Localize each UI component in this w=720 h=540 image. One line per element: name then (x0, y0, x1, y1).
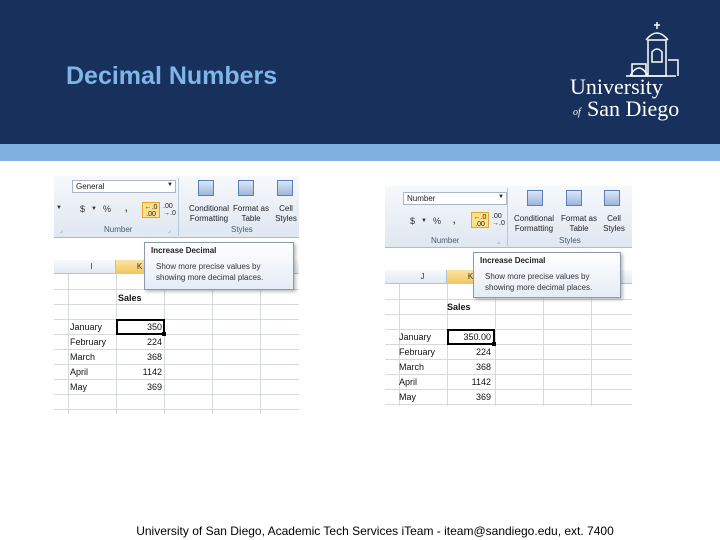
excel-before-screenshot: General ▼ ▼ $ ▼ % , ←.0 .00 .00 →.0 Numbe… (54, 176, 299, 414)
conditional-formatting-icon[interactable] (527, 190, 543, 206)
fill-handle[interactable] (162, 332, 166, 336)
month-cell[interactable]: January (399, 332, 431, 342)
column-header-i[interactable]: I (68, 260, 116, 274)
currency-dropdown-icon[interactable]: ▼ (91, 206, 97, 212)
currency-dropdown-icon[interactable]: ▼ (421, 218, 427, 224)
styles-group-label: Styles (559, 236, 581, 245)
month-cell[interactable]: February (70, 337, 106, 347)
format-as-table-button[interactable]: Format as Table (559, 214, 599, 234)
value-cell[interactable]: 369 (447, 392, 491, 402)
cell-styles-icon[interactable] (604, 190, 620, 206)
conditional-formatting-button[interactable]: Conditional Formatting (187, 204, 231, 224)
fill-handle[interactable] (492, 342, 496, 346)
tooltip-title: Increase Decimal (151, 246, 217, 255)
number-format-dropdown[interactable]: General ▼ (72, 180, 176, 193)
cell-styles-button[interactable]: Cell Styles (599, 214, 629, 234)
conditional-formatting-button[interactable]: Conditional Formatting (512, 214, 556, 234)
number-format-dropdown[interactable]: Number ▼ (403, 192, 507, 205)
month-cell[interactable]: May (70, 382, 87, 392)
percent-button[interactable]: % (103, 204, 111, 214)
format-as-table-icon[interactable] (566, 190, 582, 206)
dialog-launcher-icon[interactable]: ⌟ (497, 238, 500, 245)
group-separator (507, 188, 508, 246)
increase-decimal-button[interactable]: ←.0 .00 (471, 212, 489, 228)
dialog-launcher-icon[interactable]: ⌟ (60, 227, 63, 234)
dialog-launcher-icon[interactable]: ⌟ (168, 227, 171, 234)
month-cell[interactable]: May (399, 392, 416, 402)
tooltip-body: Show more precise values by showing more… (485, 272, 593, 292)
decrease-decimal-button[interactable]: .00 →.0 (492, 213, 506, 227)
selected-cell-border (447, 329, 495, 345)
chevron-down-icon: ▼ (167, 182, 173, 188)
format-as-table-icon[interactable] (238, 180, 254, 196)
comma-button[interactable]: , (125, 203, 128, 213)
value-cell[interactable]: 368 (116, 352, 162, 362)
cell-styles-icon[interactable] (277, 180, 293, 196)
slide-title: Decimal Numbers (66, 62, 278, 90)
format-as-table-button[interactable]: Format as Table (232, 204, 270, 224)
month-cell[interactable]: April (70, 367, 88, 377)
percent-button[interactable]: % (433, 216, 441, 226)
month-cell[interactable]: March (399, 362, 424, 372)
month-cell[interactable]: April (399, 377, 417, 387)
tooltip-body: Show more precise values by showing more… (156, 262, 264, 282)
selected-cell-border (116, 319, 165, 335)
cell-styles-button[interactable]: Cell Styles (272, 204, 299, 224)
increase-decimal-tooltip: Increase Decimal Show more precise value… (473, 252, 621, 298)
value-cell[interactable]: 1142 (447, 377, 491, 387)
increase-decimal-button[interactable]: ←.0 .00 (142, 202, 160, 218)
month-cell[interactable]: March (70, 352, 95, 362)
month-cell[interactable]: February (399, 347, 435, 357)
logo-of-text: of (573, 107, 581, 118)
logo-san-diego-text: San Diego (587, 96, 680, 121)
value-cell[interactable]: 224 (447, 347, 491, 357)
value-cell[interactable]: 368 (447, 362, 491, 372)
column-header-j[interactable]: J (399, 270, 447, 284)
currency-button[interactable]: $ (80, 204, 85, 214)
slide-footer: University of San Diego, Academic Tech S… (136, 524, 614, 538)
comma-button[interactable]: , (453, 215, 456, 225)
value-cell[interactable]: 369 (116, 382, 162, 392)
dropdown-arrow-icon[interactable]: ▼ (56, 205, 62, 211)
tooltip-title: Increase Decimal (480, 256, 546, 265)
sales-header-cell[interactable]: Sales (118, 293, 142, 303)
group-separator (178, 178, 179, 236)
value-cell[interactable]: 224 (116, 337, 162, 347)
increase-decimal-tooltip: Increase Decimal Show more precise value… (144, 242, 294, 290)
decrease-decimal-button[interactable]: .00 →.0 (163, 203, 177, 217)
chevron-down-icon: ▼ (498, 194, 504, 200)
excel-after-screenshot: Number ▼ $ ▼ % , ←.0 .00 .00 →.0 Number ⌟… (385, 186, 632, 406)
styles-group-label: Styles (231, 225, 253, 234)
value-cell[interactable]: 1142 (116, 367, 162, 377)
month-cell[interactable]: January (70, 322, 102, 332)
conditional-formatting-icon[interactable] (198, 180, 214, 196)
sales-header-cell[interactable]: Sales (447, 302, 471, 312)
currency-button[interactable]: $ (410, 216, 415, 226)
number-group-label: Number (431, 236, 460, 245)
number-group-label: Number (104, 225, 133, 234)
header-stripe (0, 144, 720, 161)
